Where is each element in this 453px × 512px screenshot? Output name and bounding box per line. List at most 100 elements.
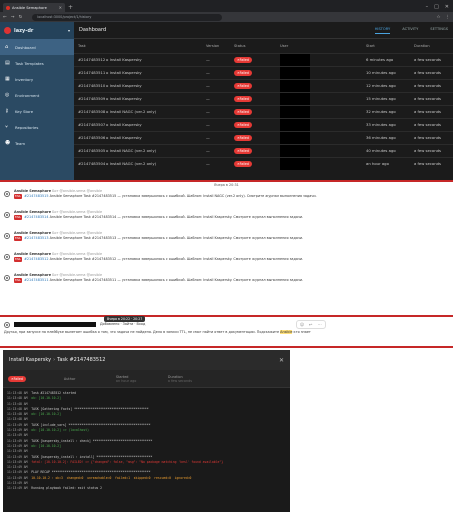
task-duration: a few seconds [410,78,453,92]
sender-name[interactable]: Ansible Semaphore [14,210,51,214]
avatar[interactable] [4,322,10,328]
url-field[interactable]: localhost:3000/project/1/history [32,13,223,21]
reload-icon[interactable]: ↻ [19,15,23,20]
sidebar-item-dashboard[interactable]: ⌂ Dashboard [0,39,74,55]
reply-header: Добавлено · Зайти · Вход [0,318,453,330]
bot-avatar[interactable] [4,275,10,281]
chat-message: Ansible Semaphore Бот @ansible-sema @ans… [0,188,453,209]
sender-name[interactable]: Ansible Semaphore [14,252,51,256]
task-link[interactable]: #2147483512 [24,257,48,261]
sender-name[interactable]: Ansible Semaphore [14,231,51,235]
reply-icon[interactable]: ↩ [309,322,312,327]
task-link[interactable]: #2147483506 ▸ Install Kaspersky [74,130,202,144]
table-row[interactable]: #2147483510 ▸ Install Kaspersky— Failed 12… [74,78,453,92]
user-cell [276,65,362,79]
sidebar-item-label: Task Templates [15,60,44,66]
task-link[interactable]: #2147483508 ▸ Install NAGC (ver.2 only) [74,104,202,118]
table-row[interactable]: #2147483509 ▸ Install Kaspersky— Failed 15… [74,91,453,105]
sidebar-item-label: Team [15,140,26,146]
task-link[interactable]: #2147483505 ▸ Install NAGC (ver.2 only) [74,143,202,157]
sidebar-item-environment[interactable]: ◎ Environment [0,87,74,103]
task-start: 6 minutes ago [362,52,410,66]
started-field: Started an hour ago [115,374,137,383]
sidebar-item-key-store[interactable]: ⚷ Key Store [0,103,74,119]
close-tab-icon[interactable]: ✕ [59,5,62,10]
sender-name[interactable]: Ansible Semaphore [14,273,51,277]
task-link[interactable]: #2147483511 [24,278,48,282]
tab-history[interactable]: HISTORY [374,27,391,34]
user-cell [276,130,362,144]
message-body: Ansible Semaphore Бот @ansible-sema @ans… [14,231,449,250]
browser-tab[interactable]: Ansible Semaphore ✕ [3,3,65,12]
user-cell [276,104,362,118]
fail-tag: FAIL [14,236,23,241]
tab-activity[interactable]: ACTIVITY [402,27,418,34]
log-text: TASK [kaspersky_install : check] *******… [31,438,153,443]
task-link[interactable]: #2147483513 [24,236,48,240]
table-row[interactable]: #2147483512 ▸ Install Kaspersky— Failed 6 … [74,52,453,66]
task-link[interactable]: #2147483512 ▸ Install Kaspersky [74,52,202,66]
table-row[interactable]: #2147483505 ▸ Install NAGC (ver.2 only) —… [74,143,453,157]
inventory-icon: ▦ [5,75,10,82]
table-row[interactable]: #2147483511 ▸ Install Kaspersky— Failed 10… [74,65,453,79]
team-icon: ☻ [5,139,11,146]
bot-avatar[interactable] [4,212,10,218]
favicon-icon [6,5,10,10]
task-duration: a few seconds [410,104,453,118]
task-version: — [202,156,230,170]
task-link[interactable]: #2147483511 ▸ Install Kaspersky [74,65,202,79]
log-timestamp: 11:13:48 AM [7,391,28,395]
task-link[interactable]: #2147483509 ▸ Install Kaspersky [74,91,202,105]
sidebar-item-team[interactable]: ☻ Team [0,135,74,151]
status-badge: Failed [8,375,26,382]
sidebar-item-inventory[interactable]: ▦ Inventory [0,71,74,87]
table-row[interactable]: #2147483504 ▸ Install NAGC (ver.2 only) —… [74,156,453,170]
table-row[interactable]: #2147483506 ▸ Install Kaspersky— Failed 36… [74,130,453,144]
tab-settings[interactable]: SETTINGS [430,27,448,34]
sidebar-item-task-templates[interactable]: ▤ Task Templates [0,55,74,71]
table-row[interactable]: #2147483507 ▸ Install Kaspersky— Failed 33… [74,117,453,131]
back-icon[interactable]: ← [3,15,7,20]
more-icon[interactable]: ⋯ [318,322,322,327]
maximize-button[interactable]: □ [434,2,439,12]
user-cell [276,117,362,131]
project-selector[interactable]: lazy-dr ▾ [0,22,74,39]
log-timestamp: 11:13:49 AM [7,422,28,427]
task-link[interactable]: #2147483514 [24,215,48,219]
chat-message: Ansible Semaphore Бот @ansible-sema @ans… [0,272,453,293]
log-timestamp: 11:13:49 AM [7,465,28,470]
message-text: Ansible Semaphore Task #2147483514 — уст… [49,215,304,219]
bot-avatar[interactable] [4,254,10,260]
close-icon[interactable]: ✕ [279,357,284,364]
task-start: 32 minutes ago [362,104,410,118]
sidebar-item-repositories[interactable]: ⑂ Repositories [0,119,74,135]
sidebar-item-label: Inventory [15,76,34,82]
column-header-status: Status [234,43,246,48]
task-duration: a few seconds [410,117,453,131]
task-link[interactable]: #2147483515 [24,194,48,198]
table-row[interactable]: #2147483508 ▸ Install NAGC (ver.2 only) —… [74,104,453,118]
log-text: ok: [10.10.10.2] [31,396,62,401]
menu-icon[interactable]: ⋮ [446,15,451,20]
bot-avatar[interactable] [4,191,10,197]
task-link[interactable]: #2147483507 ▸ Install Kaspersky [74,117,202,131]
close-window-button[interactable]: ✕ [445,2,449,12]
task-start: 10 minutes ago [362,65,410,79]
bot-avatar[interactable] [4,233,10,239]
message-text: Ansible Semaphore Task #2147483515 — уст… [49,194,317,198]
emoji-icon[interactable]: ☺ [300,322,304,327]
bookmark-star-icon[interactable]: ☆ [436,15,440,20]
task-start: 33 minutes ago [362,117,410,131]
git-branch-icon: ⑂ [5,123,9,130]
status-cell: Failed [230,52,276,66]
task-history-table: Task Version Status User Start Duration … [74,39,453,170]
status-cell: Failed [230,91,276,105]
task-link[interactable]: #2147483510 ▸ Install Kaspersky [74,78,202,92]
redacted-user [280,131,310,144]
sender-name[interactable]: Ansible Semaphore [14,189,51,193]
forward-icon[interactable]: → [11,15,15,20]
new-tab-button[interactable]: + [68,3,73,12]
task-duration: a few seconds [410,65,453,79]
minimize-button[interactable]: – [426,2,429,12]
task-link[interactable]: #2147483504 ▸ Install NAGC (ver.2 only) [74,156,202,170]
